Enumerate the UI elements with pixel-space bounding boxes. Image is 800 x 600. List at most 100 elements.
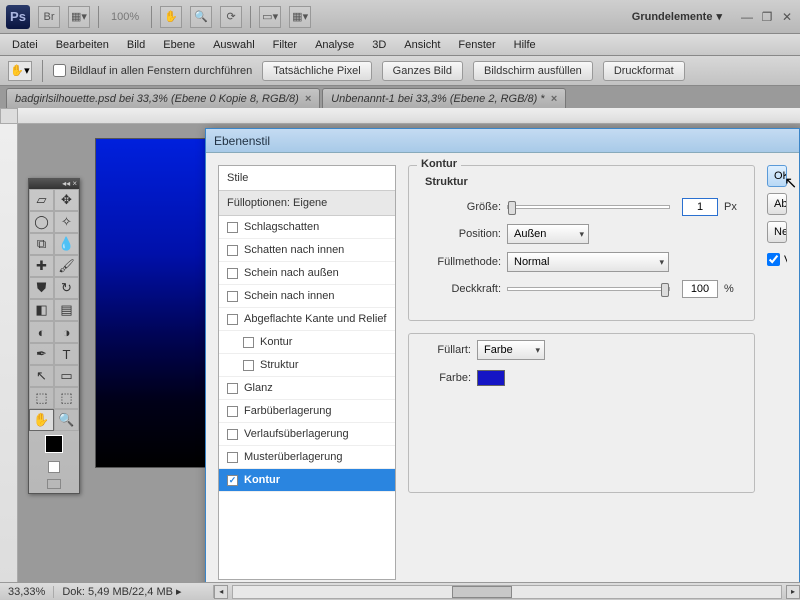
cancel-button[interactable]: Abbrechen bbox=[767, 193, 787, 215]
type-tool-icon[interactable]: T bbox=[54, 343, 79, 365]
horizontal-scrollbar[interactable] bbox=[232, 585, 782, 599]
blend-dropdown[interactable]: Normal bbox=[507, 252, 669, 272]
3d-tool-icon[interactable]: ⬚ bbox=[29, 387, 54, 409]
checkbox-icon[interactable] bbox=[227, 452, 238, 463]
opacity-input[interactable] bbox=[682, 280, 718, 298]
filltype-dropdown[interactable]: Farbe bbox=[477, 340, 545, 360]
move-tool-icon[interactable]: ▱ bbox=[29, 189, 54, 211]
style-item-3[interactable]: Schein nach innen bbox=[219, 285, 395, 308]
style-item-8[interactable]: Farbüberlagerung bbox=[219, 400, 395, 423]
eraser-tool-icon[interactable]: ◧ bbox=[29, 299, 54, 321]
shape-tool-icon[interactable]: ▭ bbox=[54, 365, 79, 387]
checkbox-icon[interactable] bbox=[227, 429, 238, 440]
pen-tool-icon[interactable]: ✒ bbox=[29, 343, 54, 365]
foreground-swatch[interactable] bbox=[45, 435, 63, 453]
zoom-percent[interactable]: 100% bbox=[107, 11, 143, 23]
tools-panel[interactable]: ◂◂ × ▱ ✥ ◯ ✧ ⧉ 💧 ✚ 🖌 ⛊ ↻ ◧ ▤ ◐ ◑ ✒ T ↖ ▭… bbox=[28, 178, 80, 494]
style-item-4[interactable]: Abgeflachte Kante und Relief bbox=[219, 308, 395, 331]
style-item-6[interactable]: Struktur bbox=[219, 354, 395, 377]
zoom-tool-icon[interactable]: 🔍 bbox=[54, 409, 79, 431]
preview-checkbox[interactable]: Vorschau bbox=[767, 253, 787, 266]
styles-header[interactable]: Stile bbox=[219, 166, 395, 191]
tool-indicator-hand-icon[interactable]: ✋▾ bbox=[8, 61, 32, 81]
menu-fenster[interactable]: Fenster bbox=[450, 36, 503, 54]
history-brush-icon[interactable]: ↻ bbox=[54, 277, 79, 299]
bridge-icon[interactable]: Br bbox=[38, 6, 60, 28]
status-zoom[interactable]: 33,33% bbox=[0, 586, 54, 598]
document-tab-1[interactable]: badgirlsilhouette.psd bei 33,3% (Ebene 0… bbox=[6, 88, 320, 108]
style-item-0[interactable]: Schlagschatten bbox=[219, 216, 395, 239]
path-tool-icon[interactable]: ↖ bbox=[29, 365, 54, 387]
eyedropper-tool-icon[interactable]: 💧 bbox=[54, 233, 79, 255]
style-item-10[interactable]: Musterüberlagerung bbox=[219, 446, 395, 469]
fit-screen-button[interactable]: Ganzes Bild bbox=[382, 61, 463, 81]
scroll-all-checkbox[interactable]: Bildlauf in allen Fenstern durchführen bbox=[53, 64, 252, 77]
view-mode-icon[interactable]: ▦▾ bbox=[68, 6, 90, 28]
wand-tool-icon[interactable]: ✧ bbox=[54, 211, 79, 233]
checkbox-icon[interactable] bbox=[227, 383, 238, 394]
ruler-vertical[interactable] bbox=[0, 124, 18, 582]
brush-tool-icon[interactable]: 🖌 bbox=[54, 255, 79, 277]
dialog-title[interactable]: Ebenenstil bbox=[206, 129, 799, 153]
minimize-icon[interactable]: — bbox=[740, 10, 754, 24]
document-canvas[interactable] bbox=[95, 138, 210, 468]
menu-ansicht[interactable]: Ansicht bbox=[396, 36, 448, 54]
ruler-origin[interactable] bbox=[0, 108, 18, 124]
size-input[interactable] bbox=[682, 198, 718, 216]
ok-button[interactable]: OK bbox=[767, 165, 787, 187]
blend-options-item[interactable]: Fülloptionen: Eigene bbox=[219, 191, 395, 216]
checkbox-icon[interactable] bbox=[227, 222, 238, 233]
new-style-button[interactable]: Neuer Stil... bbox=[767, 221, 787, 243]
3d-camera-icon[interactable]: ⬚ bbox=[54, 387, 79, 409]
position-dropdown[interactable]: Außen bbox=[507, 224, 589, 244]
workspace-switcher[interactable]: Grundelemente ▾ bbox=[632, 10, 722, 23]
checkbox-icon[interactable] bbox=[243, 360, 254, 371]
menu-ebene[interactable]: Ebene bbox=[155, 36, 203, 54]
style-item-2[interactable]: Schein nach außen bbox=[219, 262, 395, 285]
style-item-7[interactable]: Glanz bbox=[219, 377, 395, 400]
style-item-5[interactable]: Kontur bbox=[219, 331, 395, 354]
style-item-11[interactable]: ✓Kontur bbox=[219, 469, 395, 492]
style-item-9[interactable]: Verlaufsüberlagerung bbox=[219, 423, 395, 446]
dodge-tool-icon[interactable]: ◑ bbox=[54, 321, 79, 343]
ruler-horizontal[interactable] bbox=[18, 108, 800, 124]
stamp-tool-icon[interactable]: ⛊ bbox=[29, 277, 54, 299]
menu-hilfe[interactable]: Hilfe bbox=[506, 36, 544, 54]
close-icon[interactable]: ✕ bbox=[780, 10, 794, 24]
color-swatch[interactable] bbox=[477, 370, 505, 386]
checkbox-icon[interactable]: ✓ bbox=[227, 475, 238, 486]
restore-icon[interactable]: ❐ bbox=[760, 10, 774, 24]
menu-bild[interactable]: Bild bbox=[119, 36, 153, 54]
lasso-tool-icon[interactable]: ◯ bbox=[29, 211, 54, 233]
zoom-icon[interactable]: 🔍 bbox=[190, 6, 212, 28]
actual-pixels-button[interactable]: Tatsächliche Pixel bbox=[262, 61, 371, 81]
status-docsize[interactable]: Dok: 5,49 MB/22,4 MB ▸ bbox=[54, 585, 214, 598]
menu-bearbeiten[interactable]: Bearbeiten bbox=[48, 36, 117, 54]
close-icon[interactable]: × bbox=[305, 93, 311, 105]
checkbox-icon[interactable] bbox=[243, 337, 254, 348]
menu-analyse[interactable]: Analyse bbox=[307, 36, 362, 54]
hand-icon[interactable]: ✋ bbox=[160, 6, 182, 28]
menu-auswahl[interactable]: Auswahl bbox=[205, 36, 263, 54]
blur-tool-icon[interactable]: ◐ bbox=[29, 321, 54, 343]
rotate-icon[interactable]: ⟳ bbox=[220, 6, 242, 28]
menu-filter[interactable]: Filter bbox=[265, 36, 305, 54]
checkbox-icon[interactable] bbox=[227, 291, 238, 302]
style-item-1[interactable]: Schatten nach innen bbox=[219, 239, 395, 262]
checkbox-icon[interactable] bbox=[227, 314, 238, 325]
size-slider[interactable] bbox=[507, 205, 670, 209]
gradient-tool-icon[interactable]: ▤ bbox=[54, 299, 79, 321]
checkbox-icon[interactable] bbox=[227, 268, 238, 279]
fill-screen-button[interactable]: Bildschirm ausfüllen bbox=[473, 61, 593, 81]
panel-grip[interactable]: ◂◂ × bbox=[29, 179, 79, 189]
color-swatches[interactable] bbox=[29, 431, 79, 493]
checkbox-icon[interactable] bbox=[227, 406, 238, 417]
print-size-button[interactable]: Druckformat bbox=[603, 61, 685, 81]
close-icon[interactable]: × bbox=[551, 93, 557, 105]
scroll-left-icon[interactable]: ◂ bbox=[214, 585, 228, 599]
heal-tool-icon[interactable]: ✚ bbox=[29, 255, 54, 277]
crop-tool-icon[interactable]: ⧉ bbox=[29, 233, 54, 255]
document-tab-2[interactable]: Unbenannt-1 bei 33,3% (Ebene 2, RGB/8) *… bbox=[322, 88, 566, 108]
quickmask-icon[interactable] bbox=[48, 461, 60, 473]
menu-3d[interactable]: 3D bbox=[364, 36, 394, 54]
